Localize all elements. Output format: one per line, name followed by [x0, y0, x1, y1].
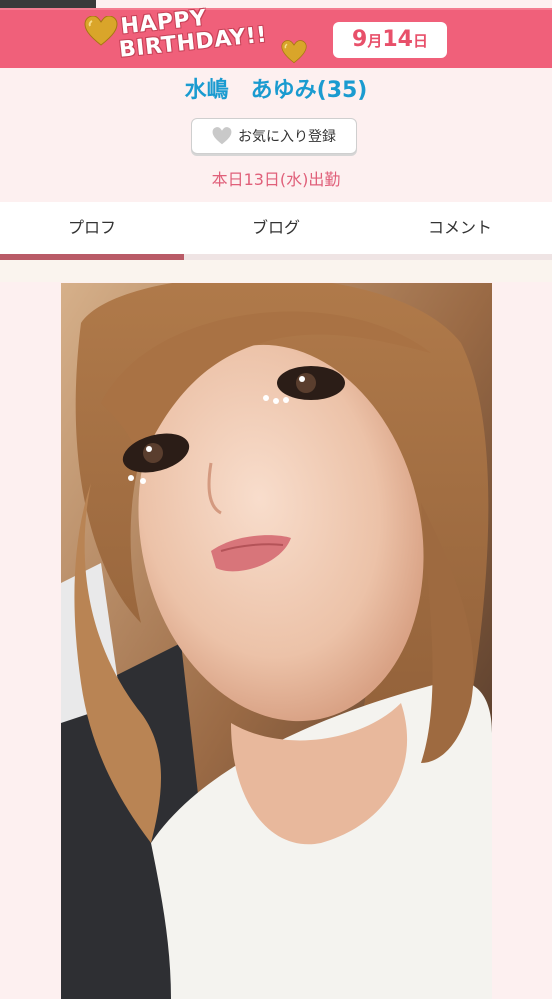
date-month: 9: [352, 27, 368, 52]
tab-blog[interactable]: ブログ: [184, 202, 368, 260]
top-strip-dark: [0, 0, 96, 8]
gold-heart-icon: [84, 16, 118, 46]
birthday-date-badge: 9月14日: [333, 22, 447, 58]
tab-comment[interactable]: コメント: [368, 202, 552, 260]
birthday-banner: HAPPY BIRTHDAY!! 9月14日: [0, 6, 552, 68]
tab-profile[interactable]: プロフ: [0, 202, 184, 260]
profile-age: (35): [316, 78, 368, 103]
tab-bar: プロフ ブログ コメント: [0, 202, 552, 260]
date-day: 14: [382, 27, 413, 52]
date-month-unit: 月: [367, 32, 383, 50]
profile-photo[interactable]: [61, 283, 492, 999]
shift-status: 本日13日(水)出勤: [211, 170, 341, 189]
heart-icon: [212, 127, 232, 145]
favorite-label: お気に入り登録: [238, 129, 336, 145]
profile-name-text: 水嶋 あゆみ: [184, 78, 317, 103]
profile-photo-illustration: [61, 283, 492, 999]
date-day-unit: 日: [412, 32, 428, 50]
favorite-button[interactable]: お気に入り登録: [191, 118, 357, 154]
profile-name: 水嶋 あゆみ(35): [0, 76, 552, 106]
tab-gap: [0, 260, 552, 282]
